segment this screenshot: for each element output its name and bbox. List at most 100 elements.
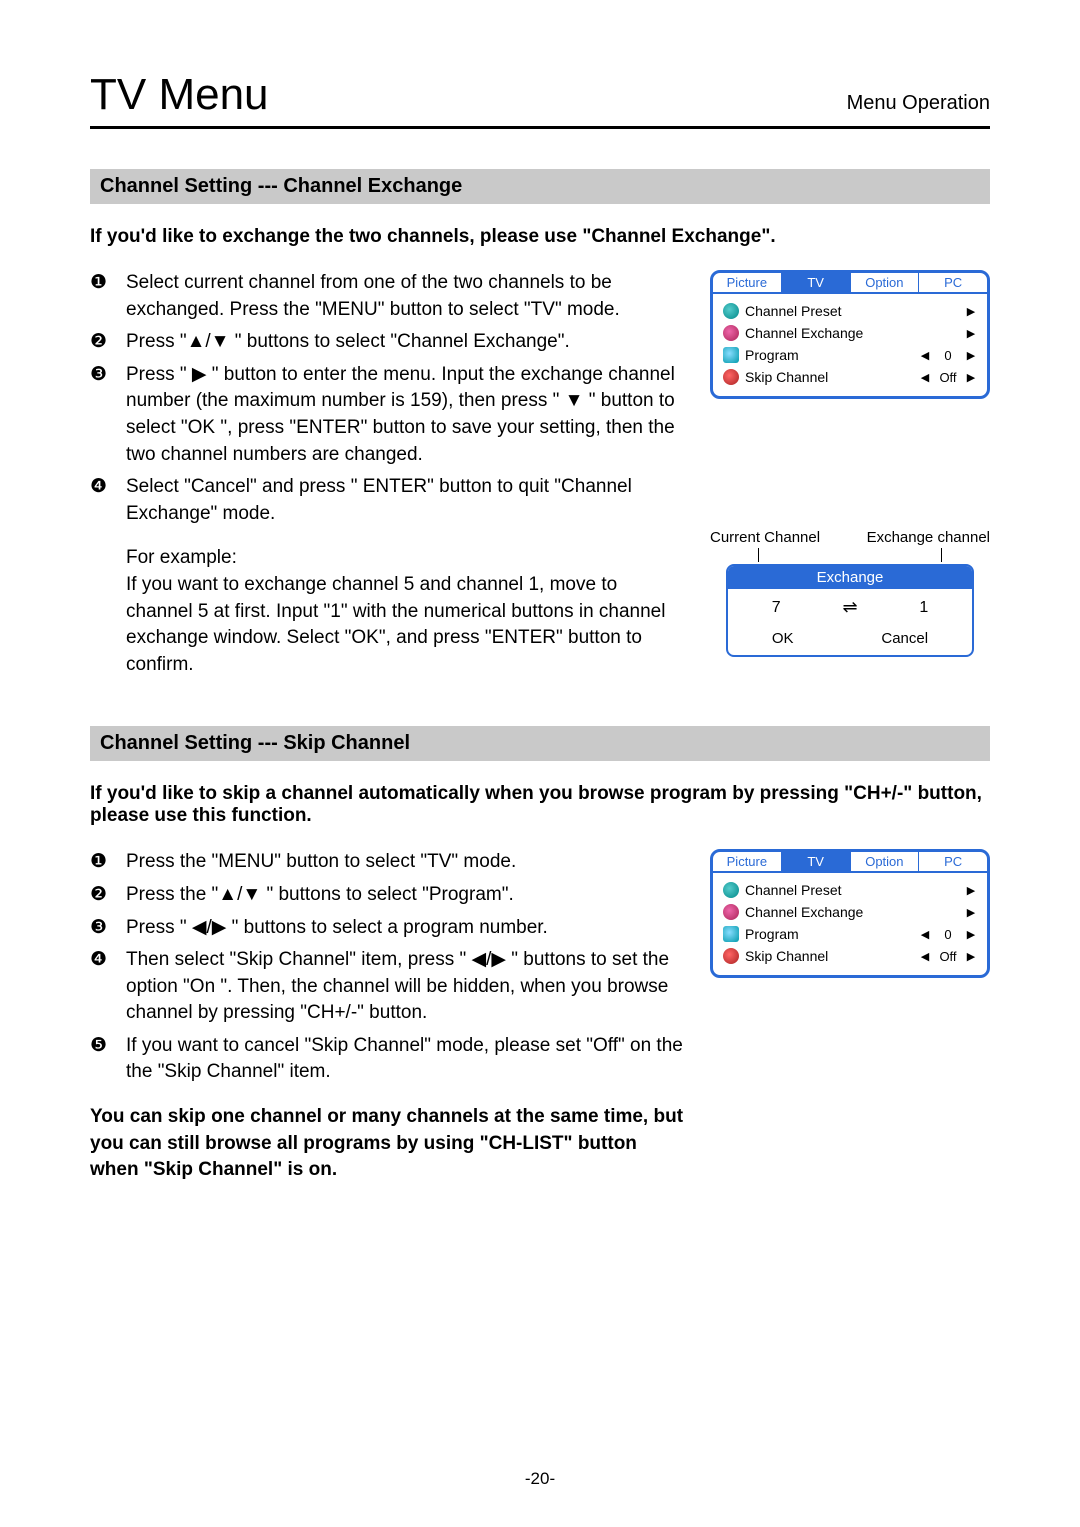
- page-header: TV Menu Menu Operation: [90, 70, 990, 129]
- bullet-1: ❶: [90, 849, 126, 876]
- bullet-2: ❷: [90, 882, 126, 909]
- osd-row-channel-preset[interactable]: Channel Preset ▶: [723, 879, 977, 901]
- section-channel-exchange-title: Channel Setting --- Channel Exchange: [90, 169, 990, 204]
- osd-tab-pc[interactable]: PC: [919, 273, 987, 292]
- exchange-dialog: Exchange 7 ⇌ 1 OK Cancel: [726, 564, 974, 657]
- page-title: TV Menu: [90, 70, 269, 120]
- bullet-4: ❹: [90, 474, 126, 527]
- osd-row-label: Channel Exchange: [745, 325, 965, 341]
- osd-row-label: Skip Channel: [745, 369, 919, 385]
- folder-icon: [723, 926, 739, 942]
- exchange-channel-label: Exchange channel: [867, 529, 990, 546]
- exchange-dialog-title: Exchange: [728, 566, 972, 589]
- osd-row-label: Program: [745, 347, 919, 363]
- step-3: ❸ Press " ▶ " button to enter the menu. …: [90, 362, 688, 468]
- osd-tab-pc[interactable]: PC: [919, 852, 987, 871]
- osd-row-channel-preset[interactable]: Channel Preset ▶: [723, 300, 977, 322]
- section2-figure: Picture TV Option PC Channel Preset ▶ Ch…: [710, 849, 990, 978]
- osd-menu-2: Picture TV Option PC Channel Preset ▶ Ch…: [710, 849, 990, 978]
- step-3-text: Press " ▶ " button to enter the menu. In…: [126, 362, 688, 468]
- exchange-dialog-buttons: OK Cancel: [728, 626, 972, 655]
- osd-tab-tv[interactable]: TV: [782, 273, 851, 292]
- osd-row-label: Skip Channel: [745, 948, 919, 964]
- cloud-icon: [723, 948, 739, 964]
- section-skip-channel-title: Channel Setting --- Skip Channel: [90, 726, 990, 761]
- step-text: Then select "Skip Channel" item, press "…: [126, 947, 688, 1027]
- section1-intro: If you'd like to exchange the two channe…: [90, 226, 990, 248]
- bullet-3: ❸: [90, 915, 126, 942]
- step-text: If you want to cancel "Skip Channel" mod…: [126, 1033, 688, 1086]
- osd-row-skip-channel[interactable]: Skip Channel ◀ Off ▶: [723, 366, 977, 388]
- step-2-text: Press "▲/▼ " buttons to select "Channel …: [126, 329, 688, 356]
- tick-mark: [941, 548, 942, 562]
- exchange-current-value: 7: [746, 599, 806, 617]
- current-channel-label: Current Channel: [710, 529, 820, 546]
- folder-icon: [723, 347, 739, 363]
- osd-tab-option[interactable]: Option: [851, 852, 920, 871]
- bullet-2: ❷: [90, 329, 126, 356]
- osd-tab-picture[interactable]: Picture: [713, 273, 782, 292]
- exchange-ticks: [710, 548, 990, 562]
- step-s2-2: ❷ Press the "▲/▼ " buttons to select "Pr…: [90, 882, 688, 909]
- exchange-figure: Current Channel Exchange channel Exchang…: [710, 529, 990, 657]
- step-s2-1: ❶ Press the "MENU" button to select "TV"…: [90, 849, 688, 876]
- step-1: ❶ Select current channel from one of the…: [90, 270, 688, 323]
- example-label: For example:: [126, 545, 688, 572]
- step-4: ❹ Select "Cancel" and press " ENTER" but…: [90, 474, 688, 527]
- step-text: Press the "▲/▼ " buttons to select "Prog…: [126, 882, 688, 909]
- osd-row-label: Channel Exchange: [745, 904, 965, 920]
- example-block: For example: If you want to exchange cha…: [126, 545, 688, 678]
- osd-body: Channel Preset ▶ Channel Exchange ▶ Prog…: [713, 873, 987, 975]
- step-4-text: Select "Cancel" and press " ENTER" butto…: [126, 474, 688, 527]
- osd-row-program[interactable]: Program ◀ 0 ▶: [723, 923, 977, 945]
- bullet-4: ❹: [90, 947, 126, 1027]
- chevron-right-icon: ▶: [965, 349, 977, 362]
- osd-tab-picture[interactable]: Picture: [713, 852, 782, 871]
- section1-content: ❶ Select current channel from one of the…: [90, 270, 990, 678]
- osd-program-value: 0: [931, 348, 965, 363]
- osd-row-label: Channel Preset: [745, 303, 965, 319]
- page-number: -20-: [0, 1469, 1080, 1489]
- osd-menu-1: Picture TV Option PC Channel Preset ▶ Ch…: [710, 270, 990, 399]
- osd-row-channel-exchange[interactable]: Channel Exchange ▶: [723, 901, 977, 923]
- globe-icon: [723, 882, 739, 898]
- chevron-left-icon: ◀: [919, 950, 931, 963]
- globe-icon: [723, 303, 739, 319]
- osd-row-label: Channel Preset: [745, 882, 965, 898]
- chevron-right-icon: ▶: [965, 906, 977, 919]
- exchange-target-value: 1: [894, 599, 954, 617]
- chevron-right-icon: ▶: [965, 928, 977, 941]
- osd-skip-value: Off: [931, 949, 965, 964]
- step-s2-3: ❸ Press " ◀/▶ " buttons to select a prog…: [90, 915, 688, 942]
- step-text: Press " ◀/▶ " buttons to select a progra…: [126, 915, 688, 942]
- osd-row-channel-exchange[interactable]: Channel Exchange ▶: [723, 322, 977, 344]
- section1-steps: ❶ Select current channel from one of the…: [90, 270, 688, 678]
- osd-row-label: Program: [745, 926, 919, 942]
- chevron-right-icon: ▶: [965, 327, 977, 340]
- tick-mark: [758, 548, 759, 562]
- exchange-ok-button[interactable]: OK: [772, 630, 794, 647]
- page-subtitle: Menu Operation: [847, 92, 990, 115]
- exchange-cancel-button[interactable]: Cancel: [881, 630, 928, 647]
- chevron-right-icon: ▶: [965, 950, 977, 963]
- section2-outro: You can skip one channel or many channel…: [90, 1104, 688, 1184]
- tool-icon: [723, 325, 739, 341]
- example-text: If you want to exchange channel 5 and ch…: [126, 572, 688, 678]
- osd-tabs: Picture TV Option PC: [713, 852, 987, 873]
- chevron-left-icon: ◀: [919, 371, 931, 384]
- bullet-3: ❸: [90, 362, 126, 468]
- section2-content: ❶ Press the "MENU" button to select "TV"…: [90, 849, 990, 1184]
- osd-row-program[interactable]: Program ◀ 0 ▶: [723, 344, 977, 366]
- osd-row-skip-channel[interactable]: Skip Channel ◀ Off ▶: [723, 945, 977, 967]
- step-1-text: Select current channel from one of the t…: [126, 270, 688, 323]
- osd-body: Channel Preset ▶ Channel Exchange ▶ Prog…: [713, 294, 987, 396]
- osd-tabs: Picture TV Option PC: [713, 273, 987, 294]
- osd-tab-option[interactable]: Option: [851, 273, 920, 292]
- step-s2-4: ❹ Then select "Skip Channel" item, press…: [90, 947, 688, 1027]
- section2-intro: If you'd like to skip a channel automati…: [90, 783, 990, 827]
- osd-tab-tv[interactable]: TV: [782, 852, 851, 871]
- tool-icon: [723, 904, 739, 920]
- exchange-top-labels: Current Channel Exchange channel: [710, 529, 990, 546]
- chevron-right-icon: ▶: [965, 371, 977, 384]
- chevron-right-icon: ▶: [965, 884, 977, 897]
